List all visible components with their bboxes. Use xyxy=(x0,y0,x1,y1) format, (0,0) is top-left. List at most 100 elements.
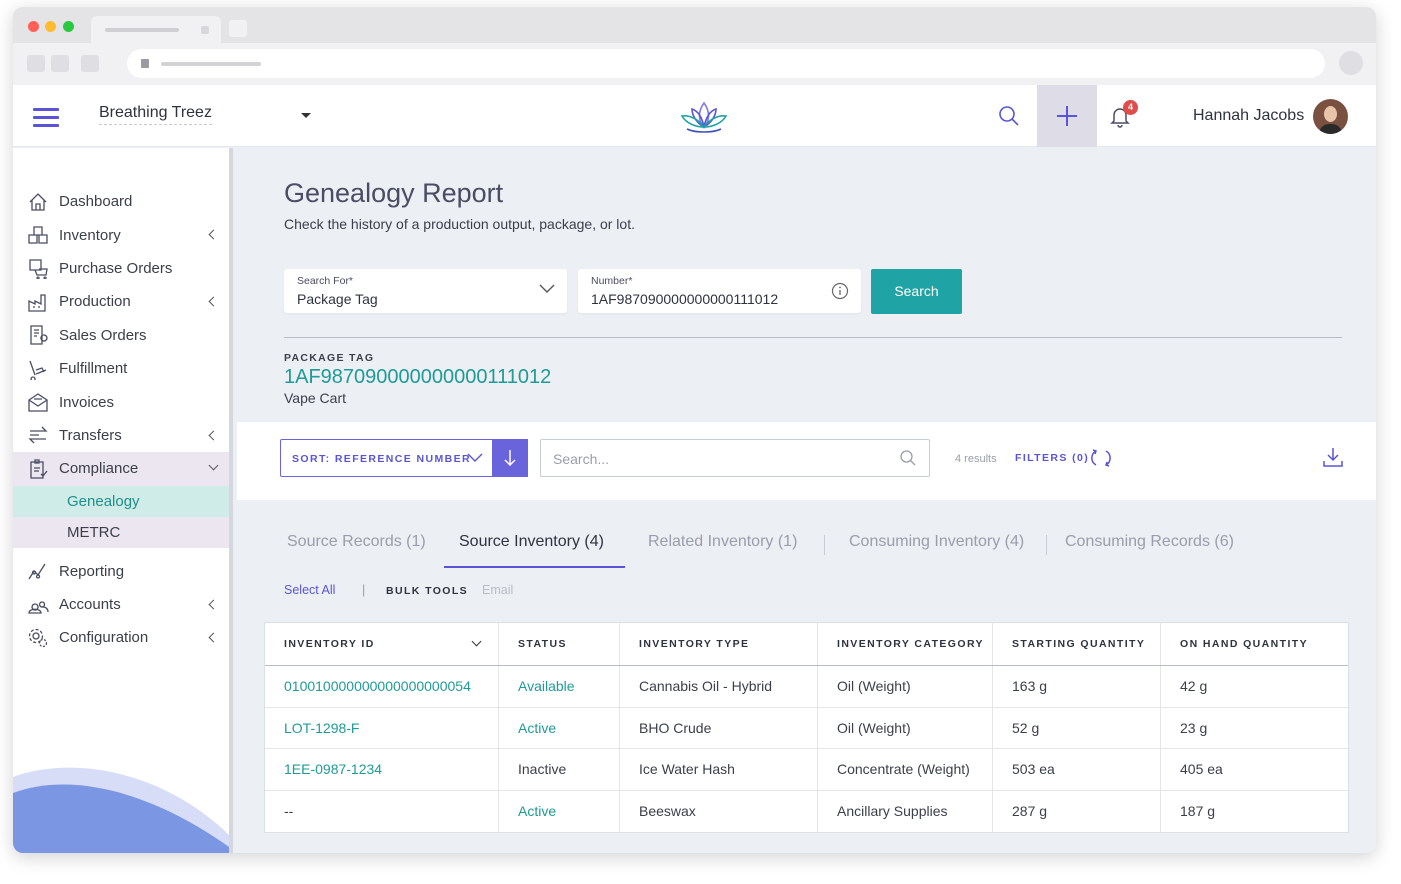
chevron-left-icon[interactable] xyxy=(208,599,219,610)
search-placeholder: Search... xyxy=(553,451,610,467)
search-button[interactable]: Search xyxy=(871,269,962,314)
chevron-down-icon[interactable] xyxy=(208,460,219,471)
sidebar-item-transfers[interactable]: Transfers xyxy=(13,419,229,452)
column-header-inventory-id[interactable]: INVENTORY ID xyxy=(265,623,499,665)
inventory-category-cell: Oil (Weight) xyxy=(818,666,993,707)
search-for-value: Package Tag xyxy=(297,291,378,307)
tab-source-records[interactable]: Source Records (1) xyxy=(287,533,426,551)
sort-label: SORT: REFERENCE NUMBER xyxy=(292,453,471,465)
table-row[interactable]: LOT-1298-F Active BHO Crude Oil (Weight)… xyxy=(265,707,1348,749)
sidebar-item-label: Compliance xyxy=(59,460,139,478)
email-action[interactable]: Email xyxy=(482,583,513,597)
new-tab-button[interactable] xyxy=(229,20,247,37)
chevron-left-icon[interactable] xyxy=(208,430,219,441)
sidebar-item-production[interactable]: Production xyxy=(13,285,229,318)
chevron-left-icon[interactable] xyxy=(208,632,219,643)
on-hand-quantity-cell: 42 g xyxy=(1180,678,1208,695)
sidebar-item-label: Inventory xyxy=(59,226,121,244)
download-icon[interactable] xyxy=(1322,446,1344,468)
browser-profile-icon[interactable] xyxy=(1339,51,1363,75)
search-icon xyxy=(900,450,916,466)
sidebar-item-label: Accounts xyxy=(59,596,121,614)
home-icon xyxy=(29,192,47,211)
browser-tab[interactable] xyxy=(91,16,221,43)
sidebar-subitem-metrc[interactable]: METRC xyxy=(13,517,229,548)
on-hand-quantity-cell: 405 ea xyxy=(1180,761,1223,778)
tab-consuming-inventory[interactable]: Consuming Inventory (4) xyxy=(849,533,1024,551)
sidebar-item-configuration[interactable]: Configuration xyxy=(13,621,229,654)
lotus-logo xyxy=(680,101,728,133)
inventory-id-link[interactable]: 1EE-0987-1234 xyxy=(265,749,499,790)
sidebar-item-sales-orders[interactable]: Sales Orders xyxy=(13,319,229,352)
inventory-category-cell: Concentrate (Weight) xyxy=(818,749,993,790)
sidebar-item-invoices[interactable]: Invoices xyxy=(13,385,229,418)
sort-direction-button[interactable] xyxy=(492,439,528,477)
menu-icon[interactable] xyxy=(33,108,59,127)
maximize-window-icon[interactable] xyxy=(63,21,74,32)
search-icon[interactable] xyxy=(997,104,1021,128)
package-tag-subtitle: Vape Cart xyxy=(284,390,346,406)
results-count: 4 results xyxy=(955,453,997,465)
chart-line-icon xyxy=(28,563,46,580)
bulk-separator: | xyxy=(362,583,366,597)
inventory-id-cell: -- xyxy=(265,790,499,832)
user-name[interactable]: Hannah Jacobs xyxy=(1193,107,1304,125)
column-header-inventory-category[interactable]: INVENTORY CATEGORY xyxy=(818,623,993,665)
transfer-icon xyxy=(28,426,48,444)
url-field[interactable] xyxy=(127,49,1325,78)
table-row[interactable]: 010010000000000000000054 Available Canna… xyxy=(265,666,1348,708)
select-all-link[interactable]: Select All xyxy=(284,583,335,597)
close-tab-icon[interactable] xyxy=(201,26,209,34)
chevron-down-icon[interactable] xyxy=(301,113,311,118)
number-value: 1AF987090000000000111012 xyxy=(591,291,779,307)
sidebar-item-purchase-orders[interactable]: Purchase Orders xyxy=(13,252,229,285)
column-header-status[interactable]: STATUS xyxy=(499,623,620,665)
inventory-table: INVENTORY ID STATUS INVENTORY TYPE INVEN… xyxy=(264,622,1349,833)
tab-related-inventory[interactable]: Related Inventory (1) xyxy=(648,533,797,551)
tab-consuming-records[interactable]: Consuming Records (6) xyxy=(1065,533,1234,551)
receipt-icon xyxy=(30,325,48,345)
table-search-input[interactable]: Search... xyxy=(540,439,930,477)
refresh-icon[interactable] xyxy=(1090,447,1112,469)
column-header-starting-quantity[interactable]: STARTING QUANTITY xyxy=(993,623,1161,665)
table-row[interactable]: 1EE-0987-1234 Inactive Ice Water Hash Co… xyxy=(265,749,1348,791)
main-content: Genealogy Report Check the history of a … xyxy=(237,148,1376,853)
tab-separator xyxy=(1046,535,1047,555)
sidebar-item-reporting[interactable]: Reporting xyxy=(13,555,229,588)
invoice-icon xyxy=(28,393,48,412)
sidebar-item-fulfillment[interactable]: Fulfillment xyxy=(13,352,229,385)
reload-button[interactable] xyxy=(81,55,99,72)
filters-button[interactable]: FILTERS (0) xyxy=(1015,452,1089,464)
add-button[interactable] xyxy=(1037,85,1097,147)
arrow-down-icon xyxy=(504,450,516,467)
close-window-icon[interactable] xyxy=(28,21,39,32)
minimize-window-icon[interactable] xyxy=(45,21,56,32)
back-button[interactable] xyxy=(27,55,45,72)
number-field[interactable]: Number* 1AF987090000000000111012 xyxy=(578,269,861,313)
sidebar-item-accounts[interactable]: Accounts xyxy=(13,588,229,621)
gear-icon xyxy=(28,628,48,648)
column-header-inventory-type[interactable]: INVENTORY TYPE xyxy=(620,623,818,665)
sidebar-subitem-genealogy[interactable]: Genealogy xyxy=(13,485,229,517)
sort-select[interactable]: SORT: REFERENCE NUMBER xyxy=(280,439,528,477)
chevron-left-icon[interactable] xyxy=(208,229,219,240)
tab-source-inventory[interactable]: Source Inventory (4) xyxy=(459,533,604,551)
forward-button[interactable] xyxy=(51,55,69,72)
inventory-category-cell: Ancillary Supplies xyxy=(818,790,993,832)
on-hand-quantity-cell: 23 g xyxy=(1180,719,1208,736)
chevron-left-icon[interactable] xyxy=(208,296,219,307)
org-selector[interactable]: Breathing Treez xyxy=(99,104,212,125)
chevron-down-icon[interactable] xyxy=(471,636,482,647)
sidebar-item-compliance[interactable]: Compliance xyxy=(13,452,229,486)
inventory-id-link[interactable]: 010010000000000000000054 xyxy=(265,666,499,707)
sidebar-item-dashboard[interactable]: Dashboard xyxy=(13,185,229,218)
inventory-id-link[interactable]: LOT-1298-F xyxy=(265,707,499,748)
users-icon xyxy=(28,600,49,614)
chevron-down-icon xyxy=(467,453,483,462)
avatar[interactable] xyxy=(1313,99,1348,134)
column-header-on-hand-quantity[interactable]: ON HAND QUANTITY xyxy=(1161,623,1348,665)
search-for-select[interactable]: Search For* Package Tag xyxy=(284,269,567,313)
info-icon[interactable] xyxy=(831,282,849,300)
sidebar-item-inventory[interactable]: Inventory xyxy=(13,218,229,251)
table-row[interactable]: -- Active Beeswax Ancillary Supplies 287… xyxy=(265,790,1348,832)
